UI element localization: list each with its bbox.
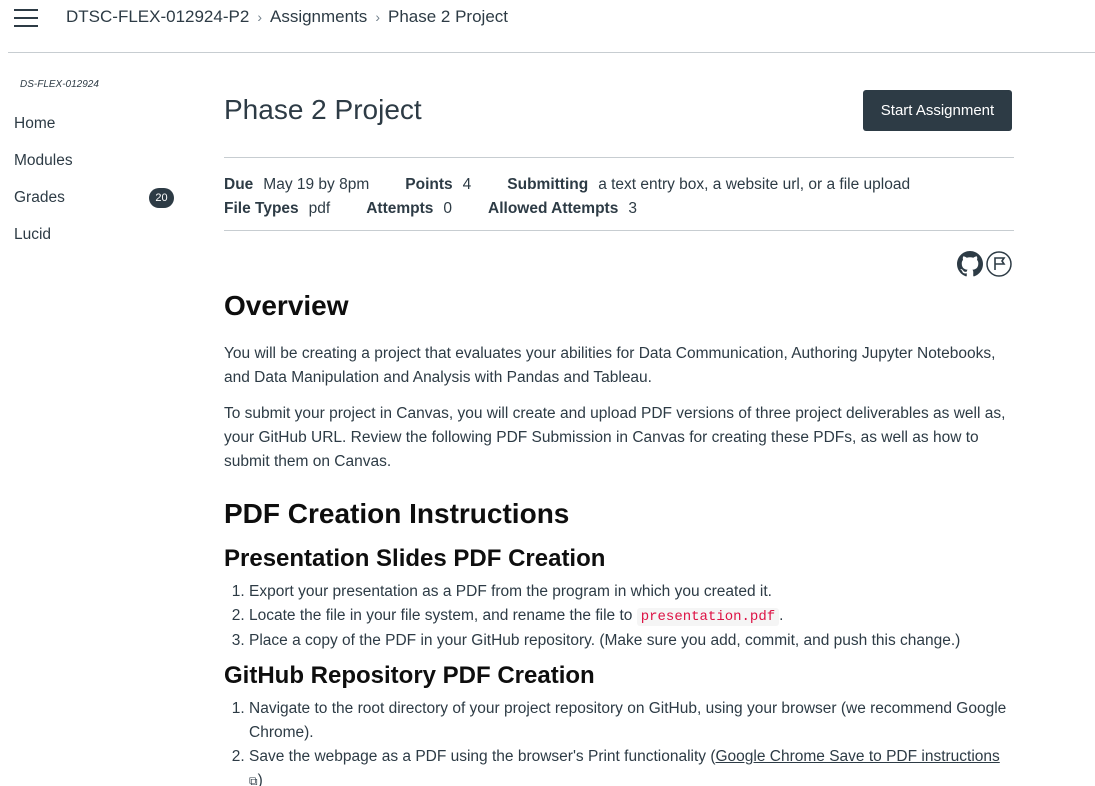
- grades-count-badge: 20: [149, 188, 174, 208]
- due-label: Due: [224, 176, 254, 193]
- breadcrumb-current: Phase 2 Project: [387, 7, 508, 26]
- github-heading: GitHub Repository PDF Creation: [224, 662, 595, 689]
- list-item: Locate the file in your file system, and…: [249, 604, 1014, 629]
- page-title: Phase 2 Project: [224, 94, 422, 125]
- breadcrumb: DTSC-FLEX-012924-P2 › Assignments › Phas…: [66, 7, 508, 27]
- chrome-pdf-instructions-link[interactable]: Google Chrome Save to PDF instructions: [715, 748, 999, 765]
- sidebar-item-modules[interactable]: Modules: [14, 149, 175, 186]
- overview-paragraph: To submit your project in Canvas, you wi…: [224, 405, 1006, 470]
- external-link-icon: ⧉: [249, 774, 258, 786]
- step-text: Save the webpage as a PDF using the brow…: [249, 748, 716, 765]
- allowed-attempts-label: Allowed Attempts: [488, 200, 619, 217]
- submitting-label: Submitting: [507, 176, 589, 193]
- points-label: Points: [405, 176, 453, 193]
- attempts-label: Attempts: [366, 200, 434, 217]
- flag-icon[interactable]: [986, 251, 1012, 277]
- menu-icon[interactable]: [14, 9, 38, 27]
- overview-paragraph: You will be creating a project that eval…: [224, 345, 996, 386]
- sidebar-item-label: Lucid: [14, 226, 52, 243]
- step-text: Locate the file in your file system, and…: [249, 607, 637, 624]
- sidebar-item-label: Grades: [14, 189, 65, 206]
- list-item: Place a copy of the PDF in your GitHub r…: [249, 629, 1014, 653]
- file-types-value: pdf: [308, 200, 331, 217]
- course-nav: Home Modules Grades 20 Lucid: [14, 112, 175, 260]
- points-value: 4: [462, 176, 472, 193]
- sidebar-item-home[interactable]: Home: [14, 112, 175, 149]
- slides-heading: Presentation Slides PDF Creation: [224, 545, 606, 572]
- assignment-details: Due May 19 by 8pm Points 4 Submitting a …: [224, 157, 1014, 231]
- list-item: Export your presentation as a PDF from t…: [249, 580, 1014, 604]
- chevron-right-icon: ›: [257, 9, 262, 25]
- file-types-label: File Types: [224, 200, 299, 217]
- github-steps-list: Navigate to the root directory of your p…: [224, 697, 1014, 786]
- course-code: DS-FLEX-012924: [20, 79, 99, 90]
- chevron-right-icon: ›: [375, 9, 380, 25]
- pdf-instructions-heading: PDF Creation Instructions: [224, 498, 570, 529]
- slides-steps-list: Export your presentation as a PDF from t…: [224, 580, 1014, 653]
- breadcrumb-course[interactable]: DTSC-FLEX-012924-P2: [66, 7, 249, 27]
- due-value: May 19 by 8pm: [263, 176, 370, 193]
- top-bar: DTSC-FLEX-012924-P2 › Assignments › Phas…: [8, 0, 1095, 53]
- step-text: .: [779, 607, 784, 624]
- sidebar-item-label: Home: [14, 115, 56, 132]
- sidebar-item-label: Modules: [14, 152, 73, 169]
- overview-heading: Overview: [224, 290, 349, 321]
- allowed-attempts-value: 3: [628, 200, 637, 217]
- submitting-value: a text entry box, a website url, or a fi…: [598, 176, 911, 193]
- attempts-value: 0: [443, 200, 453, 217]
- step-text: ): [257, 772, 263, 786]
- start-assignment-button[interactable]: Start Assignment: [863, 90, 1012, 131]
- list-item: Save the webpage as a PDF using the brow…: [249, 745, 1014, 786]
- content-icons: [957, 251, 1012, 277]
- sidebar-item-grades[interactable]: Grades 20: [14, 186, 175, 223]
- github-icon[interactable]: [957, 251, 983, 277]
- breadcrumb-assignments[interactable]: Assignments: [270, 7, 367, 27]
- assignment-description: Overview You will be creating a project …: [224, 288, 1014, 786]
- filename-code: presentation.pdf: [636, 608, 780, 626]
- sidebar-item-lucid[interactable]: Lucid: [14, 223, 175, 260]
- list-item: Navigate to the root directory of your p…: [249, 697, 1014, 745]
